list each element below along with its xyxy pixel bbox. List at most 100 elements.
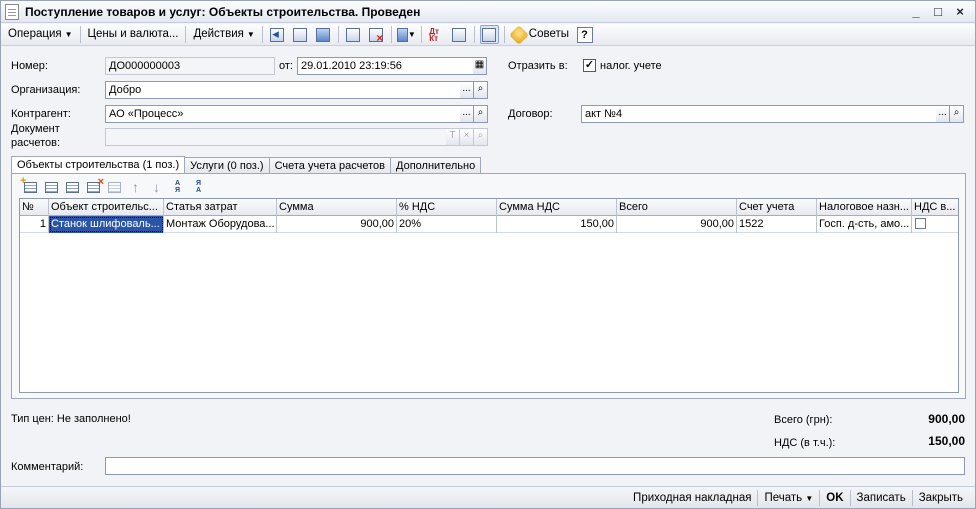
tab-construction-objects[interactable]: Объекты строительства (1 поз.) — [11, 156, 186, 174]
save-button[interactable]: Записать — [851, 492, 912, 504]
operation-menu-button[interactable]: Операция ▼ — [4, 25, 77, 44]
cell-n[interactable]: 1 — [20, 216, 49, 233]
toolbar-separator — [473, 26, 475, 43]
edit-row-icon — [66, 181, 79, 193]
tips-button[interactable]: Советы — [508, 24, 573, 45]
chevron-down-icon: ▼ — [246, 30, 255, 39]
toolbar-separator — [390, 26, 392, 43]
counterparty-select-button[interactable]: ... — [460, 105, 474, 123]
col-header-vat-rate[interactable]: % НДС — [397, 199, 497, 216]
ok-button[interactable]: OK — [820, 492, 849, 504]
col-header-object[interactable]: Объект строительс... — [49, 199, 164, 216]
cell-tax-purpose[interactable]: Госп. д-сть, амо... — [817, 216, 912, 233]
delete-row-icon — [87, 176, 104, 193]
contract-open-button[interactable]: ⌕ — [950, 105, 964, 123]
toolbar-separator — [79, 26, 81, 43]
end-edit-button[interactable] — [106, 179, 123, 196]
cell-sum[interactable]: 900,00 — [277, 216, 397, 233]
tab-panel: ↑ ↓ AЯ ЯA № Объект строительс... Статья … — [11, 173, 966, 399]
end-edit-icon — [108, 181, 121, 193]
search-icon: ⌕ — [477, 107, 484, 118]
reread-button[interactable] — [314, 25, 333, 44]
cell-vat-rate[interactable]: 20% — [397, 216, 497, 233]
col-header-vat-in[interactable]: НДС в... — [912, 199, 958, 216]
settlement-doc-open-button[interactable]: ⌕ — [474, 128, 488, 146]
contract-select-button[interactable]: ... — [936, 105, 950, 123]
toolbar-separator — [420, 26, 422, 43]
move-down-button[interactable]: ↓ — [148, 179, 165, 196]
structure-button[interactable] — [450, 25, 469, 44]
col-header-total[interactable]: Всего — [617, 199, 737, 216]
edit-row-button[interactable] — [64, 179, 81, 196]
col-header-tax-purpose[interactable]: Налоговое назн... — [817, 199, 912, 216]
sort-desc-button[interactable]: ЯA — [190, 179, 207, 196]
go-back-button[interactable] — [268, 25, 287, 44]
edit-header-toggle[interactable] — [479, 25, 499, 44]
settlement-doc-clear-button[interactable]: × — [460, 128, 474, 146]
settlement-doc-type-button[interactable]: T — [446, 128, 460, 146]
tab-additional[interactable]: Дополнительно — [390, 157, 482, 174]
close-window-button[interactable]: × — [951, 3, 969, 20]
sort-ascending-icon: AЯ — [174, 180, 181, 194]
organization-select-button[interactable]: ... — [460, 81, 474, 99]
print-menu-button[interactable]: Печать ▼ — [758, 492, 819, 504]
organization-field[interactable]: Добро — [105, 81, 461, 99]
unpost-button[interactable] — [367, 25, 386, 45]
close-button[interactable]: Закрыть — [913, 492, 969, 504]
col-header-n[interactable]: № — [20, 199, 49, 216]
dt-kt-button[interactable]: Дт Кт — [427, 25, 446, 44]
minimize-button[interactable]: _ — [907, 3, 925, 20]
tab-services[interactable]: Услуги (0 поз.) — [184, 157, 270, 174]
calendar-button[interactable]: ▦ — [473, 57, 487, 75]
tax-accounting-checkbox[interactable]: ✓ — [583, 59, 596, 72]
organization-open-button[interactable]: ⌕ — [474, 81, 488, 99]
col-header-sum[interactable]: Сумма — [277, 199, 397, 216]
sort-descending-icon: ЯA — [195, 180, 202, 194]
comment-field[interactable] — [105, 457, 965, 475]
vat-total-label: НДС (в т.ч.): — [774, 437, 836, 449]
counterparty-field[interactable]: АО «Процесс» — [105, 105, 461, 123]
cell-object[interactable]: Станок шлифоваль... — [49, 216, 164, 233]
maximize-button[interactable]: □ — [929, 3, 947, 20]
add-row-button[interactable] — [20, 175, 39, 196]
reread-icon — [316, 27, 331, 42]
date-label: от: — [279, 60, 293, 72]
based-on-button[interactable]: ▼ — [396, 25, 416, 44]
post-button[interactable] — [344, 25, 363, 44]
col-header-cost-item[interactable]: Статья затрат — [164, 199, 277, 216]
help-button[interactable]: ? — [575, 25, 594, 44]
vat-total-value: 150,00 — [928, 434, 965, 448]
tab-settlement-accounts[interactable]: Счета учета расчетов — [268, 157, 392, 174]
grid-toolbar: ↑ ↓ AЯ ЯA — [20, 175, 207, 196]
actions-menu-button[interactable]: Действия ▼ — [189, 25, 258, 44]
cell-cost-item[interactable]: Монтаж Оборудова... — [164, 216, 277, 233]
contract-field[interactable]: акт №4 — [581, 105, 937, 123]
counterparty-open-button[interactable]: ⌕ — [474, 105, 488, 123]
document-icon — [5, 3, 19, 20]
cell-total[interactable]: 900,00 — [617, 216, 737, 233]
col-header-vat-sum[interactable]: Сумма НДС — [497, 199, 617, 216]
move-up-button[interactable]: ↑ — [127, 179, 144, 196]
items-table[interactable]: № Объект строительс... Статья затрат Сум… — [19, 198, 959, 393]
sort-asc-button[interactable]: AЯ — [169, 179, 186, 196]
copy-row-button[interactable] — [43, 179, 60, 196]
refresh-button[interactable] — [291, 25, 310, 44]
cell-vat-sum[interactable]: 150,00 — [497, 216, 617, 233]
date-field[interactable]: 29.01.2010 23:19:56 — [297, 57, 474, 75]
contract-label: Договор: — [508, 108, 553, 120]
arrow-up-icon: ↑ — [132, 179, 139, 195]
command-bar: Приходная накладная Печать ▼ OK Записать… — [1, 486, 975, 508]
help-icon: ? — [576, 26, 593, 43]
cell-account[interactable]: 1522 — [737, 216, 817, 233]
settlement-doc-field[interactable] — [105, 128, 447, 146]
search-icon: ⌕ — [477, 83, 484, 94]
col-header-account[interactable]: Счет учета — [737, 199, 817, 216]
prices-currency-button[interactable]: Цены и валюта... — [84, 25, 183, 44]
delete-row-button[interactable] — [85, 176, 104, 196]
cell-vat-in[interactable] — [912, 216, 958, 233]
vat-in-checkbox[interactable] — [915, 218, 926, 229]
invoice-print-button[interactable]: Приходная накладная — [627, 492, 757, 504]
number-field[interactable]: ДО000000003 — [105, 57, 275, 75]
toolbar-separator — [185, 26, 187, 43]
table-row[interactable]: 1 Станок шлифоваль... Монтаж Оборудова..… — [20, 216, 958, 233]
